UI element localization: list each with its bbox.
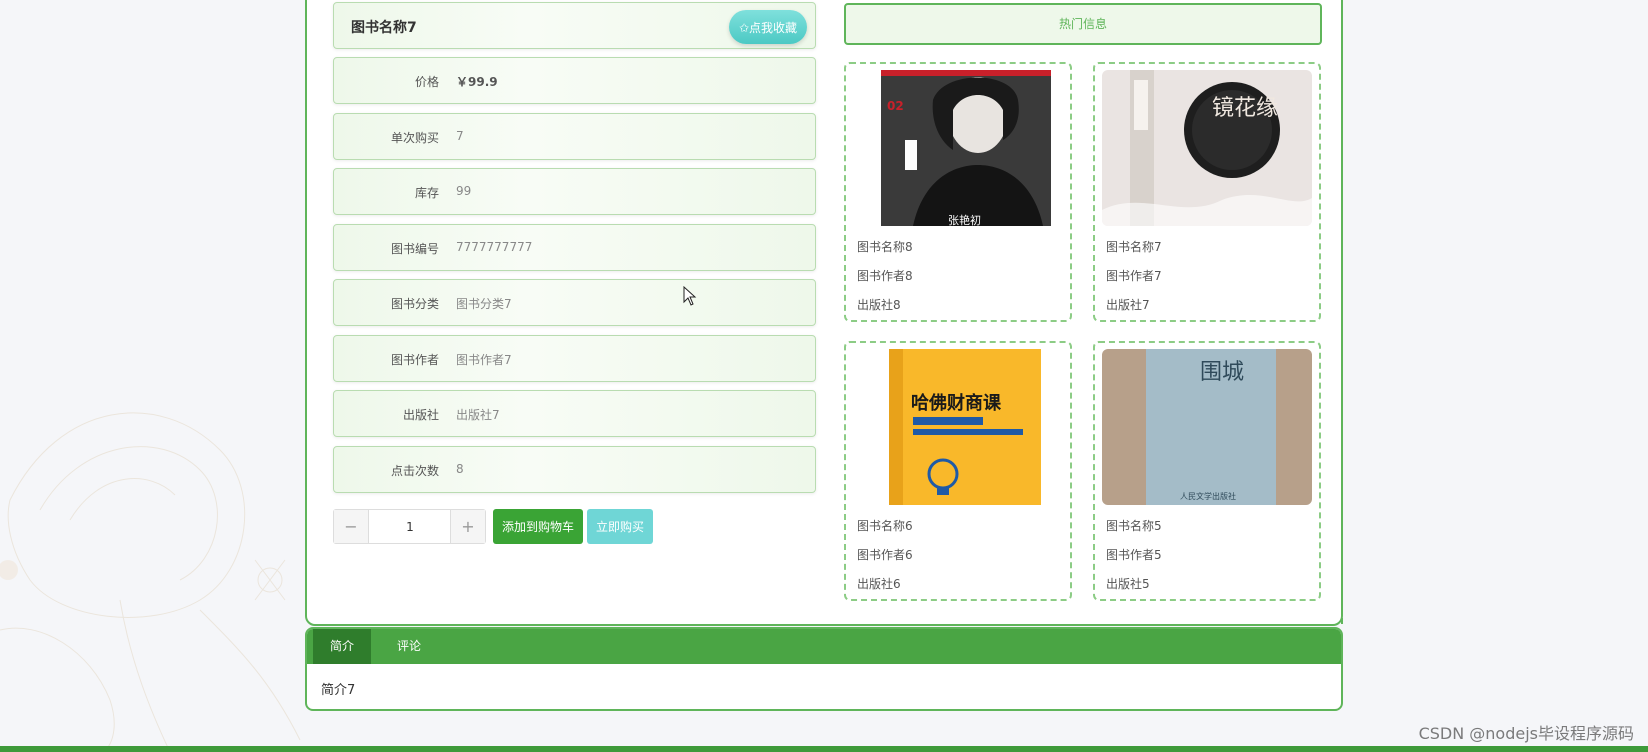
book-publisher: 出版社7 xyxy=(1106,298,1150,312)
field-value: 99 xyxy=(456,184,472,198)
field-row-publisher: 出版社 出版社7 xyxy=(333,390,816,437)
mouse-cursor-icon xyxy=(683,286,697,306)
details-tabs-panel: 简介 评论 简介7 xyxy=(305,627,1343,711)
cover-text: 围城 xyxy=(1200,360,1244,385)
favorite-button[interactable]: ✩点我收藏 xyxy=(729,10,807,44)
background-flower-decoration xyxy=(0,412,301,752)
cover-badge: 02 xyxy=(887,99,904,113)
cover-text: 镜花缘 xyxy=(1212,96,1278,121)
field-row-price: 价格 ￥99.9 xyxy=(333,57,816,104)
tab-comments[interactable]: 评论 xyxy=(379,629,439,664)
panel-dashed-border xyxy=(1341,0,1343,624)
field-value: 8 xyxy=(456,462,464,476)
cover-text: 张艳初 xyxy=(948,213,981,226)
buy-now-button[interactable]: 立即购买 xyxy=(587,509,653,544)
field-value: 7 xyxy=(456,129,464,143)
field-value: 出版社7 xyxy=(456,408,500,422)
field-label: 图书编号 xyxy=(390,242,439,256)
decrement-button[interactable]: − xyxy=(334,510,369,543)
cover-subtext: 人民文学出版社 xyxy=(1180,491,1236,501)
field-label: 库存 xyxy=(414,186,439,200)
hot-book-card[interactable]: 围城 人民文学出版社 图书名称5 图书作者5 出版社5 xyxy=(1093,341,1321,601)
book-author: 图书作者7 xyxy=(1106,269,1162,283)
field-label: 图书分类 xyxy=(390,297,439,311)
field-value: 7777777777 xyxy=(456,240,533,254)
field-label: 图书作者 xyxy=(390,353,439,367)
field-value: 图书分类7 xyxy=(456,297,512,311)
book-cover-image: 02 张艳初 xyxy=(853,70,1063,226)
cover-text: 哈佛财商课 xyxy=(911,392,1002,414)
book-name: 图书名称8 xyxy=(857,240,913,254)
watermark: CSDN @nodejs毕设程序源码 xyxy=(1418,724,1634,743)
book-name: 图书名称7 xyxy=(1106,240,1162,254)
field-row-author: 图书作者 图书作者7 xyxy=(333,335,816,382)
book-author: 图书作者8 xyxy=(857,269,913,283)
tab-intro[interactable]: 简介 xyxy=(313,629,371,664)
hot-book-card[interactable]: 哈佛财商课 图书名称6 图书作者6 出版社6 xyxy=(844,341,1072,601)
field-value: ￥99.9 xyxy=(456,75,498,89)
quantity-input[interactable] xyxy=(370,510,450,543)
field-row-click-count: 点击次数 8 xyxy=(333,446,816,493)
tab-bar: 简介 评论 xyxy=(307,629,1341,664)
book-cover-image: 镜花缘 xyxy=(1102,70,1312,226)
hot-book-card[interactable]: 02 张艳初 图书名称8 图书作者8 出版社8 xyxy=(844,62,1072,322)
field-row-single-purchase: 单次购买 7 xyxy=(333,113,816,160)
field-row-category: 图书分类 图书分类7 xyxy=(333,279,816,326)
book-publisher: 出版社6 xyxy=(857,577,901,591)
book-publisher: 出版社8 xyxy=(857,298,901,312)
field-value: 图书作者7 xyxy=(456,353,512,367)
book-name: 图书名称6 xyxy=(857,519,913,533)
quantity-stepper: − + xyxy=(333,509,486,544)
field-row-stock: 库存 99 xyxy=(333,168,816,215)
field-label: 出版社 xyxy=(402,408,439,422)
field-label: 价格 xyxy=(414,75,439,89)
field-row-book-number: 图书编号 7777777777 xyxy=(333,224,816,271)
book-name: 图书名称5 xyxy=(1106,519,1162,533)
book-cover-image: 围城 人民文学出版社 xyxy=(1102,349,1312,505)
field-label: 单次购买 xyxy=(390,131,439,145)
hot-book-card[interactable]: 镜花缘 图书名称7 图书作者7 出版社7 xyxy=(1093,62,1321,322)
increment-button[interactable]: + xyxy=(450,510,485,543)
field-label: 点击次数 xyxy=(390,464,439,478)
hot-info-header: 热门信息 xyxy=(844,3,1322,45)
book-author: 图书作者5 xyxy=(1106,548,1162,562)
footer-bar xyxy=(0,746,1648,752)
book-title-row: 图书名称7 ✩点我收藏 xyxy=(333,2,816,49)
add-to-cart-button[interactable]: 添加到购物车 xyxy=(493,509,583,544)
intro-content: 简介7 xyxy=(321,683,356,698)
book-title: 图书名称7 xyxy=(351,20,417,36)
book-publisher: 出版社5 xyxy=(1106,577,1150,591)
book-author: 图书作者6 xyxy=(857,548,913,562)
book-cover-image: 哈佛财商课 xyxy=(853,349,1063,505)
